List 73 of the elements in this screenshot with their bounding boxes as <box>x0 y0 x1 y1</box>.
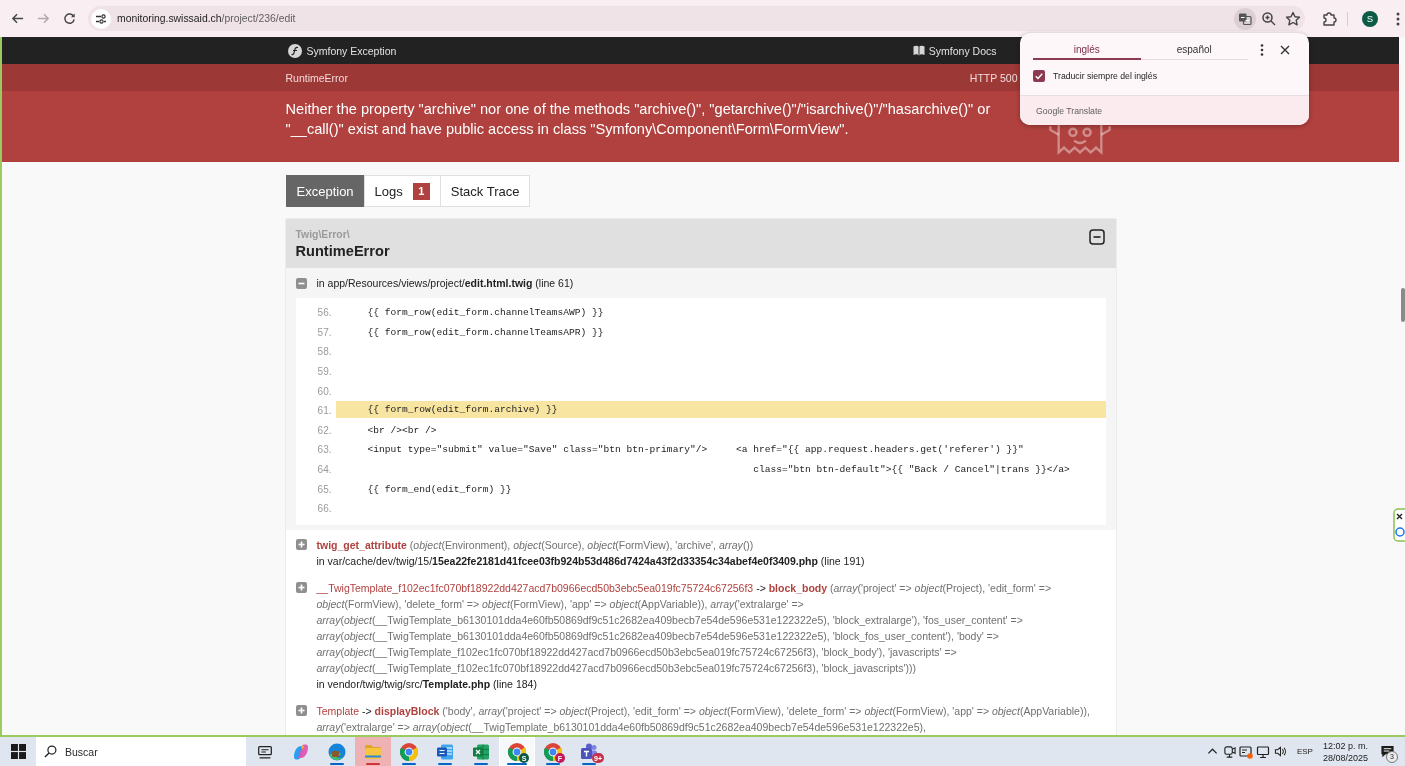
line-number: 65. <box>317 483 332 495</box>
scrollbar-thumb[interactable] <box>1401 288 1405 322</box>
search-icon <box>44 745 57 758</box>
tab[interactable]: Logs 1 <box>363 175 441 207</box>
chrome-icon <box>399 741 419 762</box>
url-text[interactable]: monitoring.swissaid.ch/project/236/edit <box>117 13 296 24</box>
search-field[interactable]: Buscar <box>36 737 246 766</box>
checkbox-label[interactable]: Traducir siempre del inglés <box>1053 71 1157 81</box>
profile-avatar[interactable]: S <box>1362 10 1378 27</box>
site-info-icon[interactable] <box>91 8 111 29</box>
line-number: 56. <box>317 307 332 319</box>
code-line: <br /><br /> <box>367 424 437 436</box>
symfony-logo-icon <box>287 43 302 58</box>
language-tab[interactable]: español <box>1140 40 1248 60</box>
code-line: {{ form_row(edit_form.channelTeamsAWP) }} <box>367 307 604 319</box>
line-number: 64. <box>317 464 332 476</box>
line-number: 61. <box>317 405 332 417</box>
docs-link[interactable]: Symfony Docs <box>912 44 997 57</box>
edge-icon <box>327 741 347 762</box>
checkbox[interactable] <box>1033 70 1045 82</box>
trace-call: __TwigTemplate_f102ec1fc070bf18922dd427acd7b0966ecd50b3ebc5ea019fc75724c67256f3 -> block_body (array('project' => object(Project), 'edit_form' => object(FormView), 'delete_form' => object(FormView), 'app' => object(AppVariable)), array('extralarge' => array(object(__TwigTemplate_b6130101dda4e60fb50869df9c51c2682ea409becb7e54de596e531e122322e5), 'block_extralarge'), 'fos_user_content' => array(object(__TwigTemplate_b6130101dda4e60fb50869df9c51c2682ea409becb7e54de596e531e122322e5), 'block_fos_user_content'), 'body' => array(object(__TwigTemplate_f102ec1fc070bf18922dd427acd7b0966ecd50b3ebc5ea019fc75724c67256f3), 'block_body'), 'javascripts' => array(object(__TwigTemplate_f102ec1fc070bf18922dd427acd7b0966ecd50b3ebc5ea019fc75724c67256f3), 'block_javascripts'))) <box>316 580 1053 676</box>
line-number: 58. <box>317 346 332 358</box>
chrome-icon <box>507 741 527 762</box>
expand-icon[interactable] <box>295 582 307 594</box>
code-line: {{ form_end(edit_form) }} <box>367 483 512 495</box>
line-number: 62. <box>317 424 332 436</box>
trace-call: twig_get_attribute (object(Environment), object(Source), object(FormView), 'archive', array()) <box>316 537 755 553</box>
collapse-icon[interactable] <box>1088 229 1105 245</box>
code-line: class="btn btn-default">{{ "Back / Cancel"|trans }}</a> <box>753 464 1070 476</box>
more-options-icon[interactable] <box>1260 44 1264 56</box>
trace-file-path: in app/Resources/views/project/edit.html.twig (line 61) <box>316 276 575 291</box>
tab[interactable]: Exception <box>285 175 365 207</box>
line-number: 66. <box>317 503 332 515</box>
line-number: 60. <box>317 385 332 397</box>
status-code: HTTP 500 <box>969 71 1018 84</box>
monitor-icon[interactable] <box>1256 744 1271 759</box>
line-number: 59. <box>317 366 332 378</box>
code-line: <input type="submit" value="Save" class="btn btn-primary"/> <a href="{{ app.request.headers.get('referer') }}" <box>367 444 1024 456</box>
count-badge: 1 <box>412 182 430 200</box>
clock-date[interactable]: 28/08/2025 <box>1322 751 1368 764</box>
expand-icon[interactable] <box>295 539 307 551</box>
brand-title: Symfony Exception <box>306 44 397 57</box>
trace-file-path: in vendor/twig/twig/src/Template.php (line 184) <box>316 676 538 692</box>
translate-icon[interactable] <box>1234 7 1256 30</box>
trace-file-path: in var/cache/dev/twig/15/15ea22fe2181d41fcee03fb924b53d486d7424a43f2d33354c34abef4e0f3409.php (line 191) <box>316 553 866 569</box>
book-icon <box>912 45 925 56</box>
expand-icon[interactable] <box>295 705 307 717</box>
ghost-icon <box>1047 125 1112 155</box>
extensions-icon[interactable] <box>1321 10 1337 27</box>
exception-message: Neither the property "archive" nor one of the methods "archive()", "getarchive()"/"isarchive()"/"hasarchive()" or "__call()" exist and have public access in class "Symfony\Component\Form\FormView". <box>285 100 992 139</box>
speaker-icon[interactable] <box>1273 745 1287 758</box>
status-window-icon[interactable] <box>1239 744 1254 759</box>
menu-icon[interactable] <box>1396 11 1400 26</box>
input-language[interactable]: ESP <box>1296 747 1313 756</box>
code-line: {{ form_row(edit_form.channelTeamsAPR) }} <box>367 326 604 338</box>
close-icon[interactable] <box>1280 45 1290 55</box>
tab[interactable]: Stack Trace <box>439 175 531 207</box>
chrome-icon <box>543 741 563 762</box>
side-panel-icon[interactable] <box>1393 508 1405 542</box>
back-icon[interactable] <box>10 12 24 25</box>
footer-label: Google Translate <box>1036 105 1103 116</box>
exception-class: RuntimeError <box>295 242 390 261</box>
clock-time[interactable]: 12:02 p. m. <box>1322 739 1368 752</box>
webcam-icon[interactable] <box>1222 745 1236 758</box>
exception-namespace: Twig\Error\ <box>295 228 350 241</box>
trace-call: Template -> displayBlock ('body', array('project' => object(Project), 'edit_form' => object(FormView), 'delete_form' => object(FormView), 'app' => object(AppVariable)), array('extralarge' => array(object(__TwigTemplate_b6130101dda4e60fb50869df9c51c2682ea409becb7e54de596e531e122322e5), <box>316 703 1091 735</box>
windows-logo-icon[interactable] <box>10 744 26 759</box>
line-number: 57. <box>317 326 332 338</box>
reload-icon[interactable] <box>62 12 76 25</box>
line-number: 63. <box>317 444 332 456</box>
exception-class-label: RuntimeError <box>285 71 348 84</box>
language-tab[interactable]: inglés <box>1033 40 1141 60</box>
address-bar[interactable]: monitoring.swissaid.ch/project/236/edit <box>88 6 1305 31</box>
